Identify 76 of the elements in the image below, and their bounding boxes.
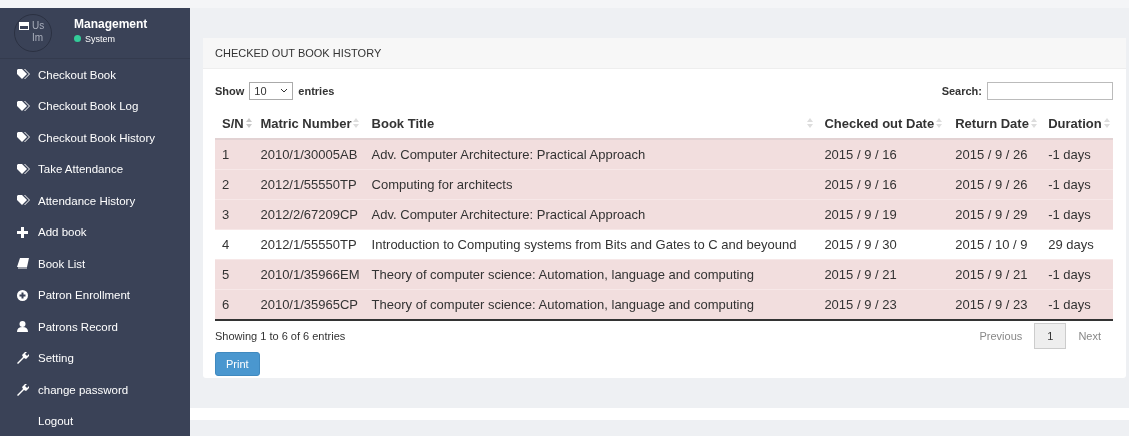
plus-circle-icon (17, 289, 28, 301)
table-cell: 2015 / 9 / 21 (817, 259, 949, 290)
sort-icon (807, 118, 814, 128)
wrench-icon (17, 352, 29, 365)
sidebar-item[interactable]: Add book (0, 216, 190, 248)
sort-icon (245, 118, 252, 128)
table-cell: 2012/1/55550TP (253, 169, 365, 200)
table-cell: 2015 / 9 / 16 (817, 139, 949, 170)
show-label: Show (215, 84, 245, 97)
sort-icon (353, 118, 360, 128)
table-cell: -1 days (1041, 169, 1113, 200)
table-cell: 5 (215, 259, 254, 290)
table-cell: 2015 / 9 / 21 (948, 259, 1042, 290)
caret-icon (280, 88, 289, 93)
search-field[interactable] (987, 81, 1113, 100)
sidebar-item[interactable]: Checkout Book History (0, 122, 190, 154)
user-status: System (85, 33, 115, 44)
table-cell: 2015 / 9 / 26 (948, 169, 1042, 200)
entries-label: entries (298, 84, 335, 97)
table-cell: Adv. Computer Architecture: Practical Approach (364, 139, 818, 170)
next-link[interactable]: Next (1066, 324, 1113, 348)
sidebar-item[interactable]: Checkout Book (0, 59, 190, 91)
table-cell: -1 days (1041, 139, 1113, 170)
table-cell: 2015 / 9 / 19 (817, 199, 949, 230)
table-cell: 6 (215, 289, 254, 320)
table-cell: 3 (215, 199, 254, 230)
table-cell: Computing for architects (364, 169, 818, 200)
table-cell: 2010/1/30005AB (253, 139, 365, 170)
sidebar-item[interactable]: Take Attendance (0, 153, 190, 185)
entries-select[interactable]: 10 (249, 81, 294, 100)
user-icon (17, 321, 28, 333)
table-cell: 1 (215, 139, 254, 170)
table-cell: 2010/1/35965CP (253, 289, 365, 320)
avatar-alt-text: Im (32, 32, 45, 44)
search-label: Search: (941, 84, 982, 97)
sidebar-item[interactable]: Patron Enrollment (0, 279, 190, 311)
plus-icon (17, 226, 28, 238)
tags-icon (17, 69, 31, 81)
table-cell: 2015 / 9 / 26 (948, 139, 1042, 170)
table-cell: -1 days (1041, 199, 1113, 230)
table-cell: 2015 / 9 / 23 (817, 289, 949, 320)
sidebar-item[interactable]: Setting (0, 342, 190, 374)
panel-title: CHECKED OUT BOOK HISTORY (215, 47, 382, 59)
user-name: Management (74, 16, 148, 31)
page-button[interactable]: 1 (1034, 323, 1067, 349)
table-cell: -1 days (1041, 259, 1113, 290)
online-dot-icon (74, 35, 81, 42)
table-cell: 2015 / 9 / 16 (817, 169, 949, 200)
table-info: Showing 1 to 6 of 6 entries (215, 330, 346, 342)
table-cell: Theory of computer science: Automation, language and computing (364, 289, 818, 320)
tags-icon (17, 163, 31, 175)
sidebar-item[interactable]: Logout (0, 405, 190, 436)
sort-icon (1030, 118, 1037, 128)
sort-icon (1103, 118, 1110, 128)
table-cell: -1 days (1041, 289, 1113, 320)
tags-icon (17, 100, 31, 112)
sidebar-item[interactable]: Book List (0, 248, 190, 280)
table-cell: Adv. Computer Architecture: Practical Approach (364, 199, 818, 230)
previous-link[interactable]: Previous (967, 324, 1035, 348)
table-cell: 2012/2/67209CP (253, 199, 365, 230)
sort-icon (936, 118, 943, 128)
sidebar-item[interactable]: Patrons Record (0, 311, 190, 343)
image-icon (18, 21, 30, 31)
sidebar-item[interactable]: Attendance History (0, 185, 190, 217)
book-icon (17, 258, 29, 270)
table-cell: 2015 / 9 / 23 (948, 289, 1042, 320)
table-cell: 2 (215, 169, 254, 200)
sidebar-item[interactable]: change password (0, 374, 190, 406)
wrench-icon (17, 383, 29, 396)
sidebar-item[interactable]: Checkout Book Log (0, 90, 190, 122)
tags-icon (17, 132, 31, 144)
table-cell: Theory of computer science: Automation, language and computing (364, 259, 818, 290)
table-cell: 2010/1/35966EM (253, 259, 365, 290)
tags-icon (17, 195, 31, 207)
table-cell: 2015 / 9 / 29 (948, 199, 1042, 230)
avatar-alt-text: Us (32, 20, 45, 32)
